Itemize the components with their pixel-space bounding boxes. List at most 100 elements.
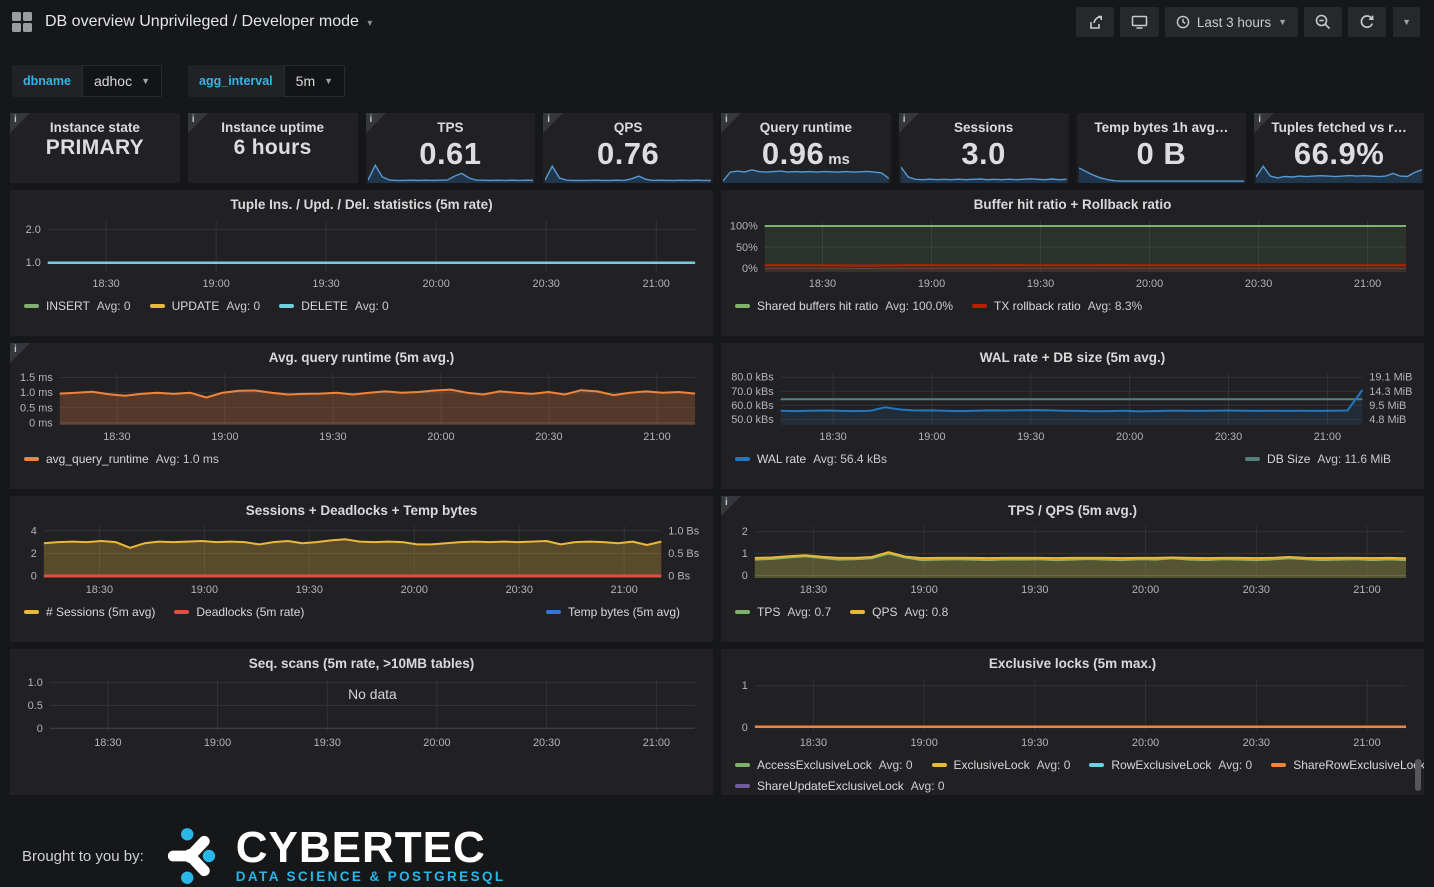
panel-tps-qps: i TPS / QPS (5m avg.) 01218:3019:0019:30… — [721, 496, 1424, 642]
refresh-button[interactable] — [1348, 7, 1386, 37]
legend: avg_query_runtimeAvg: 1.0 ms — [16, 447, 707, 466]
wal-rate-db-size-chart: 50.0 kBs60.0 kBs70.0 kBs80.0 kBs4.8 MiB9… — [727, 369, 1418, 447]
variable-value-dropdown[interactable]: adhoc ▼ — [82, 65, 162, 97]
stat-title[interactable]: Query runtime — [721, 120, 891, 135]
svg-text:1.0 ms: 1.0 ms — [20, 387, 53, 399]
tv-mode-button[interactable] — [1120, 7, 1159, 37]
stat-title[interactable]: Tuples fetched vs r… — [1254, 120, 1424, 135]
logo-square — [23, 12, 32, 21]
legend-item[interactable]: TX rollback ratioAvg: 8.3% — [972, 299, 1142, 313]
chevron-down-icon: ▼ — [324, 76, 333, 86]
info-icon[interactable]: i — [10, 343, 30, 363]
variable-dbname[interactable]: dbname adhoc ▼ — [12, 65, 162, 97]
variable-value: 5m — [296, 73, 315, 89]
legend-scrollbar[interactable] — [1415, 759, 1421, 791]
time-range-picker[interactable]: Last 3 hours ▼ — [1165, 7, 1298, 37]
stat-title[interactable]: QPS — [543, 120, 713, 135]
stat-value: 3.0 — [961, 136, 1006, 171]
share-button[interactable] — [1076, 7, 1114, 37]
legend-item[interactable]: RowExclusiveLockAvg: 0 — [1089, 758, 1252, 772]
variable-value-dropdown[interactable]: 5m ▼ — [284, 65, 345, 97]
svg-text:21:00: 21:00 — [643, 737, 670, 749]
panel-title[interactable]: Tuple Ins. / Upd. / Del. statistics (5m … — [16, 193, 707, 216]
variable-label: dbname — [12, 65, 82, 97]
refresh-interval-dropdown[interactable]: ▼ — [1393, 7, 1420, 37]
brand-name: CYBERTEC — [236, 828, 506, 868]
panel-buffer-hit-ratio: Buffer hit ratio + Rollback ratio 0%50%1… — [721, 190, 1424, 336]
svg-text:20:00: 20:00 — [1136, 278, 1163, 290]
stat-panel-instance-uptime: i Instance uptime 6 hours — [188, 113, 358, 183]
dashboard-title-dropdown[interactable]: DB overview Unprivileged / Developer mod… — [45, 13, 372, 31]
stat-value: 0.96 — [762, 136, 824, 171]
info-icon[interactable]: i — [366, 113, 386, 133]
legend-item[interactable]: INSERTAvg: 0 — [24, 299, 131, 313]
info-icon[interactable]: i — [721, 496, 741, 516]
panel-title[interactable]: Sessions + Deadlocks + Temp bytes — [16, 499, 707, 522]
avg-query-runtime-chart: 0 ms0.5 ms1.0 ms1.5 ms18:3019:0019:3020:… — [16, 369, 707, 447]
info-icon[interactable]: i — [721, 113, 741, 133]
legend-item[interactable]: DELETEAvg: 0 — [279, 299, 389, 313]
stat-panel-qps: i QPS 0.76 — [543, 113, 713, 183]
legend-item[interactable]: avg_query_runtimeAvg: 1.0 ms — [24, 452, 219, 466]
stat-value: 66.9% — [1294, 136, 1384, 171]
info-icon[interactable]: i — [188, 113, 208, 133]
svg-text:18:30: 18:30 — [819, 431, 846, 443]
svg-text:0.5: 0.5 — [28, 700, 43, 712]
legend-item[interactable]: DB SizeAvg: 11.6 MiB — [1245, 452, 1391, 466]
zoom-out-button[interactable] — [1304, 7, 1342, 37]
panel-title[interactable]: Avg. query runtime (5m avg.) — [16, 346, 707, 369]
chart-row-2: i Avg. query runtime (5m avg.) 0 ms0.5 m… — [10, 343, 1424, 489]
monitor-icon — [1131, 14, 1148, 30]
panel-tuple-statistics: Tuple Ins. / Upd. / Del. statistics (5m … — [10, 190, 713, 336]
legend-item[interactable]: UPDATEAvg: 0 — [150, 299, 261, 313]
legend-item[interactable]: TPSAvg: 0.7 — [735, 605, 831, 619]
legend-item[interactable]: WAL rateAvg: 56.4 kBs — [735, 452, 887, 466]
grafana-logo-button[interactable] — [12, 12, 32, 32]
clock-icon — [1176, 15, 1190, 29]
chevron-down-icon: ▼ — [1278, 17, 1287, 27]
panel-title[interactable]: Buffer hit ratio + Rollback ratio — [727, 193, 1418, 216]
legend-item[interactable]: Temp bytes (5m avg) — [546, 605, 680, 619]
info-icon[interactable]: i — [1254, 113, 1274, 133]
panel-title[interactable]: Exclusive locks (5m max.) — [727, 652, 1418, 675]
svg-text:1.0: 1.0 — [26, 257, 41, 269]
svg-text:19:30: 19:30 — [296, 584, 323, 596]
stat-value: 0.76 — [597, 136, 659, 171]
time-range-label: Last 3 hours — [1197, 15, 1271, 30]
legend-item[interactable]: ShareRowExclusiveLockAvg: 0 — [1271, 758, 1424, 772]
stat-title[interactable]: Instance state — [10, 120, 180, 135]
info-icon[interactable]: i — [899, 113, 919, 133]
svg-text:18:30: 18:30 — [103, 431, 130, 443]
panel-title[interactable]: WAL rate + DB size (5m avg.) — [727, 346, 1418, 369]
panel-title[interactable]: TPS / QPS (5m avg.) — [727, 499, 1418, 522]
info-icon[interactable]: i — [543, 113, 563, 133]
svg-text:0 ms: 0 ms — [29, 417, 53, 429]
svg-text:20:30: 20:30 — [1243, 584, 1270, 596]
legend-item[interactable]: Shared buffers hit ratioAvg: 100.0% — [735, 299, 953, 313]
stat-title[interactable]: Sessions — [899, 120, 1069, 135]
svg-text:0 Bs: 0 Bs — [668, 571, 690, 583]
variable-agg-interval[interactable]: agg_interval 5m ▼ — [188, 65, 345, 97]
svg-text:9.5 MiB: 9.5 MiB — [1369, 400, 1406, 412]
svg-text:19:00: 19:00 — [204, 737, 231, 749]
legend-item[interactable]: # Sessions (5m avg) — [24, 605, 155, 619]
search-minus-icon — [1315, 14, 1331, 30]
svg-text:21:00: 21:00 — [643, 431, 670, 443]
stat-title[interactable]: Instance uptime — [188, 120, 358, 135]
stat-panel-instance-state: i Instance state PRIMARY — [10, 113, 180, 183]
svg-text:20:00: 20:00 — [427, 431, 454, 443]
legend-item[interactable]: AccessExclusiveLockAvg: 0 — [735, 758, 913, 772]
svg-text:20:30: 20:30 — [1243, 737, 1270, 749]
info-icon[interactable]: i — [10, 113, 30, 133]
legend: WAL rateAvg: 56.4 kBs DB SizeAvg: 11.6 Mi… — [727, 447, 1418, 466]
stat-title[interactable]: TPS — [366, 120, 536, 135]
legend-item[interactable]: QPSAvg: 0.8 — [850, 605, 948, 619]
svg-text:19.1 MiB: 19.1 MiB — [1369, 372, 1412, 384]
stat-value: 0.61 — [419, 136, 481, 171]
legend-item[interactable]: ShareUpdateExclusiveLockAvg: 0 — [735, 779, 945, 793]
legend-item[interactable]: Deadlocks (5m rate) — [174, 605, 304, 619]
legend-item[interactable]: ExclusiveLockAvg: 0 — [932, 758, 1071, 772]
svg-text:18:30: 18:30 — [800, 737, 827, 749]
panel-title[interactable]: Seq. scans (5m rate, >10MB tables) — [16, 652, 707, 675]
stat-title[interactable]: Temp bytes 1h avg… — [1077, 120, 1247, 135]
